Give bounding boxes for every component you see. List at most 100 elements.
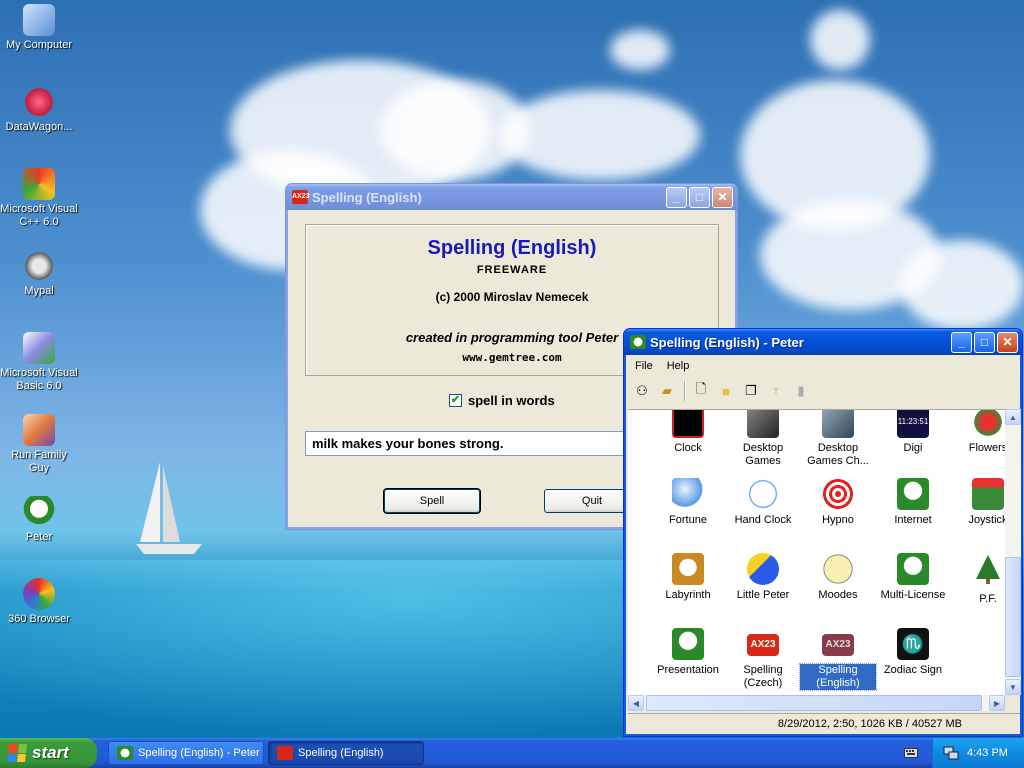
scroll-down-button[interactable]: ▼ bbox=[1005, 679, 1021, 695]
app-little-peter[interactable]: Little Peter bbox=[725, 553, 801, 602]
scroll-left-button[interactable]: ◀ bbox=[628, 695, 644, 711]
program-list: Clock Desktop Games Desktop Games Ch... … bbox=[628, 409, 1005, 695]
desktop-icon-family-guy[interactable]: Run Family Guy bbox=[0, 414, 78, 475]
app-zodiac-sign[interactable]: ♏ Zodiac Sign bbox=[875, 628, 951, 677]
app-presentation[interactable]: Presentation bbox=[650, 628, 726, 677]
scroll-up-button[interactable]: ▲ bbox=[1005, 409, 1021, 425]
app-flowers[interactable]: Flowers bbox=[950, 410, 1005, 455]
minimize-button[interactable]: _ bbox=[951, 331, 972, 353]
close-button[interactable]: ✕ bbox=[712, 186, 733, 208]
app-desktop-games[interactable]: Desktop Games bbox=[725, 410, 801, 468]
task-label: Spelling (English) - Peter bbox=[138, 747, 260, 759]
cloud bbox=[900, 240, 1024, 330]
app-joystick[interactable]: Joystick bbox=[950, 478, 1005, 527]
datawagon-icon bbox=[23, 86, 55, 118]
checkmark-icon[interactable]: ✔ bbox=[449, 394, 462, 407]
window-title: Spelling (English) bbox=[312, 189, 422, 205]
status-bar: 8/29/2012, 2:50, 1026 KB / 40527 MB bbox=[628, 713, 1020, 733]
app-fortune[interactable]: Fortune bbox=[650, 478, 726, 527]
maximize-button[interactable]: □ bbox=[974, 331, 995, 353]
new-file-icon[interactable]: 🗋 bbox=[691, 381, 711, 401]
copy-icon[interactable]: ❐ bbox=[741, 381, 761, 401]
rename-icon: T bbox=[773, 386, 779, 396]
app-spelling-english[interactable]: AX23 Spelling (English) bbox=[799, 628, 877, 691]
computer-icon bbox=[23, 4, 55, 36]
folder-icon[interactable]: ■ bbox=[716, 381, 736, 401]
app-pf[interactable]: P.F. bbox=[950, 553, 1005, 606]
peter-window: Spelling (English) - Peter _ □ ✕ File He… bbox=[623, 328, 1023, 737]
menu-bar: File Help bbox=[628, 357, 1020, 375]
desktop-icon-mypal[interactable]: Mypal bbox=[0, 250, 78, 298]
app-multi-license[interactable]: Multi-License bbox=[875, 553, 951, 602]
flower-icon bbox=[972, 410, 1004, 438]
crystal-ball-icon bbox=[672, 478, 704, 510]
ax23-icon: AX23 bbox=[822, 634, 854, 656]
clock[interactable]: 4:43 PM bbox=[967, 747, 1008, 759]
maximize-button[interactable]: □ bbox=[689, 186, 710, 208]
peter-titlebar[interactable]: Spelling (English) - Peter _ □ ✕ bbox=[624, 329, 1022, 355]
peter-bunny-icon bbox=[23, 496, 55, 528]
desktop-icon-datawagon[interactable]: DataWagon... bbox=[0, 86, 78, 134]
clock-icon bbox=[672, 410, 704, 438]
peter-bunny-icon bbox=[630, 335, 646, 349]
minimize-button[interactable]: _ bbox=[666, 186, 687, 208]
peter-bunny-icon bbox=[897, 553, 929, 585]
app-spelling-czech[interactable]: AX23 Spelling (Czech) bbox=[725, 628, 801, 690]
digital-clock-icon: 11:23:51 bbox=[897, 410, 929, 438]
about-subtitle: FREEWARE bbox=[476, 264, 548, 276]
taskbar-item-spelling[interactable]: Spelling (English) bbox=[268, 741, 424, 765]
desktop-icon-visual-basic[interactable]: Microsoft Visual Basic 6.0 bbox=[0, 332, 78, 393]
menu-file[interactable]: File bbox=[628, 360, 660, 372]
raccoon-icon bbox=[23, 250, 55, 282]
window-title: Spelling (English) - Peter bbox=[650, 334, 804, 350]
desktop-icon-360-browser[interactable]: 360 Browser bbox=[0, 578, 78, 626]
status-text: 8/29/2012, 2:50, 1026 KB / 40527 MB bbox=[777, 717, 962, 730]
tree-icon[interactable]: ⚇ bbox=[632, 381, 652, 401]
spelling-titlebar[interactable]: AX23 Spelling (English) _ □ ✕ bbox=[286, 184, 737, 210]
horizontal-scrollbar[interactable]: ◀ ▶ bbox=[628, 695, 1005, 711]
app-hypno[interactable]: Hypno bbox=[800, 478, 876, 527]
trash-icon: ▮ bbox=[797, 383, 805, 398]
scroll-thumb[interactable] bbox=[1005, 557, 1021, 677]
app-labyrinth[interactable]: Labyrinth bbox=[650, 553, 726, 602]
joystick-icon bbox=[972, 478, 1004, 510]
browser-icon bbox=[23, 578, 55, 610]
app-desktop-games-ch[interactable]: Desktop Games Ch... bbox=[800, 410, 876, 468]
ax23-icon: AX23 bbox=[747, 634, 779, 656]
desktop-icon-my-computer[interactable]: My Computer bbox=[0, 4, 78, 52]
taskbar: start Spelling (English) - Peter Spellin… bbox=[0, 738, 1024, 768]
desktop-icon-visual-cpp[interactable]: Microsoft Visual C++ 6.0 bbox=[0, 168, 78, 229]
peter-bunny-icon bbox=[897, 478, 929, 510]
family-guy-icon bbox=[23, 414, 55, 446]
menu-help[interactable]: Help bbox=[660, 360, 697, 372]
scroll-thumb[interactable] bbox=[646, 695, 982, 711]
app-digi[interactable]: 11:23:51 Digi bbox=[875, 410, 951, 455]
start-button[interactable]: start bbox=[0, 738, 97, 768]
scroll-right-button[interactable]: ▶ bbox=[989, 695, 1005, 711]
app-clock[interactable]: Clock bbox=[650, 410, 726, 455]
games-icon bbox=[822, 410, 854, 438]
taskbar-item-peter[interactable]: Spelling (English) - Peter bbox=[108, 741, 264, 765]
spell-in-words-checkbox[interactable]: ✔ spell in words bbox=[449, 393, 555, 408]
app-moodes[interactable]: Moodes bbox=[800, 553, 876, 602]
desktop-icon-peter[interactable]: Peter bbox=[0, 496, 78, 544]
system-tray: 4:43 PM bbox=[932, 738, 1024, 768]
vertical-scrollbar[interactable]: ▲ ▼ bbox=[1005, 409, 1021, 695]
open-folder-icon[interactable]: ▰ bbox=[657, 381, 677, 401]
pacifier-icon bbox=[747, 553, 779, 585]
smiley-icon bbox=[822, 553, 854, 585]
app-hand-clock[interactable]: Hand Clock bbox=[725, 478, 801, 527]
spell-button[interactable]: Spell bbox=[384, 489, 480, 513]
task-label: Spelling (English) bbox=[298, 747, 384, 759]
app-internet[interactable]: Internet bbox=[875, 478, 951, 527]
sailboat-image bbox=[136, 462, 202, 554]
close-button[interactable]: ✕ bbox=[997, 331, 1018, 353]
peter-bunny-icon bbox=[117, 746, 133, 760]
cloud bbox=[810, 10, 870, 70]
network-icon[interactable] bbox=[943, 745, 959, 761]
visual-cpp-icon bbox=[23, 168, 55, 200]
analog-clock-icon bbox=[747, 478, 779, 510]
ax23-icon bbox=[277, 746, 293, 760]
keyboard-icon[interactable] bbox=[904, 746, 918, 758]
about-copyright: (c) 2000 Miroslav Nemecek bbox=[435, 290, 589, 304]
